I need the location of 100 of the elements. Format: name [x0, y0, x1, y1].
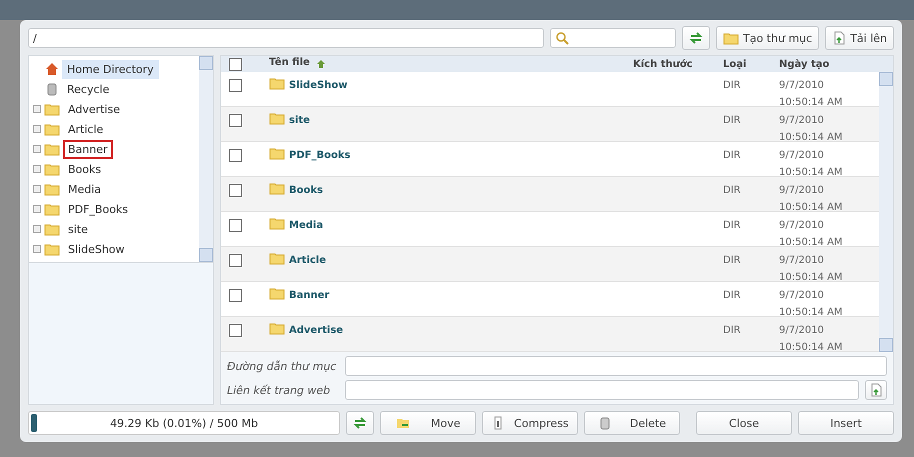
file-row[interactable]: SlideShow DIR 9/7/2010 10:50:14 AM: [221, 72, 879, 107]
folder-icon: [269, 287, 285, 300]
row-checkbox[interactable]: [229, 254, 242, 267]
scrollbar[interactable]: [879, 72, 893, 352]
file-time: 10:50:14 AM: [779, 166, 843, 180]
tree-item[interactable]: Media: [63, 180, 106, 198]
refresh-button[interactable]: [346, 411, 374, 435]
expand-icon[interactable]: [33, 105, 41, 113]
expand-icon[interactable]: [33, 205, 41, 213]
file-type: DIR: [723, 219, 741, 233]
expand-icon[interactable]: [33, 185, 41, 193]
file-time: 10:50:14 AM: [779, 306, 843, 320]
refresh-icon: [353, 416, 367, 430]
file-row[interactable]: Article DIR 9/7/2010 10:50:14 AM: [221, 247, 879, 282]
file-type: DIR: [723, 254, 741, 268]
tree-item[interactable]: Home Directory: [62, 60, 159, 78]
file-time: 10:50:14 AM: [779, 236, 843, 250]
file-row[interactable]: Books DIR 9/7/2010 10:50:14 AM: [221, 177, 879, 212]
expand-icon[interactable]: [33, 225, 41, 233]
field-label: Đường dẫn thư mục: [227, 360, 338, 372]
folder-icon: [269, 217, 285, 230]
file-name[interactable]: SlideShow: [289, 77, 348, 94]
expand-icon[interactable]: [33, 145, 41, 153]
folder-icon: [269, 77, 285, 90]
column-header[interactable]: Loại: [723, 58, 779, 70]
row-checkbox[interactable]: [229, 324, 242, 337]
tree-item[interactable]: Article: [63, 120, 108, 138]
tree-item[interactable]: Advertise: [63, 100, 125, 118]
upload-icon: [869, 383, 883, 397]
search-field[interactable]: [550, 28, 676, 48]
row-checkbox[interactable]: [229, 219, 242, 232]
scrollbar[interactable]: [199, 56, 213, 262]
column-header[interactable]: Kích thước: [633, 58, 723, 70]
folder-icon: [44, 102, 60, 116]
file-name[interactable]: Books: [289, 182, 323, 199]
tree-item[interactable]: Recycle: [62, 80, 114, 98]
file-type: DIR: [723, 79, 741, 93]
tree-item[interactable]: site: [63, 220, 93, 238]
folder-icon: [44, 222, 60, 236]
file-date: 9/7/2010: [779, 324, 824, 338]
refresh-button[interactable]: [682, 26, 710, 50]
bin-icon: [598, 416, 612, 430]
file-time: 10:50:14 AM: [779, 201, 843, 215]
file-name[interactable]: Banner: [289, 287, 330, 304]
compress-button[interactable]: Compress: [482, 411, 578, 435]
file-type: DIR: [723, 184, 741, 198]
bin-icon: [45, 82, 59, 96]
file-row[interactable]: PDF_Books DIR 9/7/2010 10:50:14 AM: [221, 142, 879, 177]
select-all-checkbox[interactable]: [229, 58, 242, 70]
expand-icon[interactable]: [33, 125, 41, 133]
file-name[interactable]: Advertise: [289, 322, 344, 339]
file-name[interactable]: Media: [289, 217, 324, 234]
search-icon: [555, 31, 569, 45]
row-checkbox[interactable]: [229, 114, 242, 127]
folder-icon: [269, 147, 285, 160]
file-time: 10:50:14 AM: [779, 341, 843, 355]
file-date: 9/7/2010: [779, 184, 824, 198]
tree-item[interactable]: Books: [63, 160, 106, 178]
file-type: DIR: [723, 289, 741, 303]
row-checkbox[interactable]: [229, 289, 242, 302]
file-row[interactable]: Banner DIR 9/7/2010 10:50:14 AM: [221, 282, 879, 317]
file-name[interactable]: site: [289, 112, 310, 129]
row-checkbox[interactable]: [229, 149, 242, 162]
folder-icon: [269, 252, 285, 265]
refresh-icon: [689, 31, 703, 45]
tree-item[interactable]: PDF_Books: [63, 200, 134, 218]
file-date: 9/7/2010: [779, 254, 824, 268]
field-label: Liên kết trang web: [227, 384, 332, 396]
upload-button[interactable]: Tải lên: [825, 26, 894, 50]
dialog-button[interactable]: Insert: [798, 411, 894, 435]
folder-icon: [44, 162, 60, 176]
dialog-button[interactable]: Close: [696, 411, 792, 435]
file-name[interactable]: PDF_Books: [289, 147, 350, 164]
column-header[interactable]: Tên file: [269, 57, 633, 71]
folder-arrow-icon: [396, 416, 410, 430]
expand-icon[interactable]: [33, 245, 41, 253]
move-button[interactable]: Move: [380, 411, 476, 435]
folder-icon: [723, 32, 739, 44]
file-date: 9/7/2010: [779, 149, 824, 163]
input-field[interactable]: [345, 380, 859, 400]
delete-button[interactable]: Delete: [584, 411, 680, 435]
file-row[interactable]: site DIR 9/7/2010 10:50:14 AM: [221, 107, 879, 142]
row-checkbox[interactable]: [229, 79, 242, 92]
file-time: 10:50:14 AM: [779, 271, 843, 285]
file-name[interactable]: Article: [289, 252, 326, 269]
file-row[interactable]: Media DIR 9/7/2010 10:50:14 AM: [221, 212, 879, 247]
upload-icon: [832, 31, 846, 45]
file-type: DIR: [723, 149, 741, 163]
path-field[interactable]: /: [28, 28, 544, 48]
file-type: DIR: [723, 324, 741, 338]
expand-icon[interactable]: [33, 165, 41, 173]
upload-button[interactable]: [865, 380, 887, 400]
file-date: 9/7/2010: [779, 219, 824, 233]
input-field[interactable]: [345, 356, 887, 376]
file-row[interactable]: Advertise DIR 9/7/2010 10:50:14 AM: [221, 317, 879, 352]
column-header[interactable]: Ngày tạo: [779, 58, 879, 70]
new-folder-button[interactable]: Tạo thư mục: [716, 26, 820, 50]
tree-item[interactable]: SlideShow: [63, 240, 130, 258]
tree-item[interactable]: Banner: [63, 140, 113, 158]
row-checkbox[interactable]: [229, 184, 242, 197]
